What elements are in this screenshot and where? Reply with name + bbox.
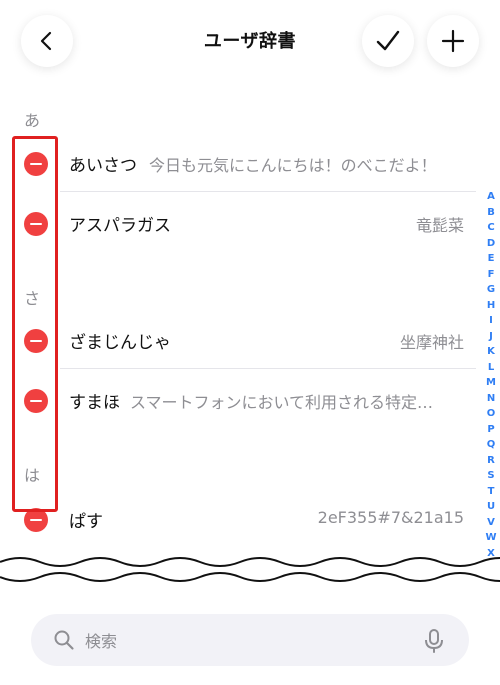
list-item[interactable]: あいさつ 今日も元気にこんにちは！のべこだよ！: [0, 134, 490, 192]
index-letter[interactable]: E: [488, 251, 495, 267]
list-item[interactable]: ざまじんじゃ 坐摩神社: [0, 311, 490, 369]
index-letter[interactable]: C: [487, 220, 494, 236]
reading-label: 坐摩神社: [399, 333, 464, 352]
word-label: アスパラガス: [69, 216, 171, 236]
index-letter[interactable]: M: [486, 375, 496, 391]
search-bar[interactable]: [31, 614, 469, 666]
index-letter[interactable]: L: [488, 360, 494, 376]
reading-label: スマートフォンにおいて利用される特定…: [130, 393, 434, 412]
index-letter[interactable]: R: [487, 453, 495, 469]
index-letter[interactable]: S: [487, 468, 494, 484]
index-letter[interactable]: A: [487, 189, 495, 205]
index-letter[interactable]: P: [487, 422, 494, 438]
word-label: すまほ: [69, 393, 120, 413]
index-letter[interactable]: V: [487, 515, 495, 531]
index-letter[interactable]: O: [487, 406, 496, 422]
microphone-icon[interactable]: [423, 628, 445, 654]
index-letter[interactable]: U: [487, 499, 495, 515]
search-input[interactable]: [83, 628, 407, 654]
section-header-a: あ: [24, 111, 41, 130]
index-letter[interactable]: J: [489, 329, 493, 345]
list-item[interactable]: すまほ スマートフォンにおいて利用される特定…: [0, 371, 490, 429]
index-letter[interactable]: T: [488, 484, 495, 500]
word-label: ざまじんじゃ: [69, 333, 171, 353]
reading-label: 2eF355#7&21a15: [317, 508, 464, 527]
list-item[interactable]: アスパラガス 竜髭菜: [0, 194, 490, 252]
index-letter[interactable]: W: [485, 530, 496, 546]
section-index[interactable]: ABCDEFGHIJKLMNOPQRSTUVWX: [482, 189, 500, 561]
word-label: ぱす: [69, 512, 103, 532]
checkmark-icon: [376, 30, 400, 51]
highlight-box: [12, 136, 58, 512]
reading-label: 竜髭菜: [415, 216, 464, 235]
index-letter[interactable]: G: [487, 282, 495, 298]
index-letter[interactable]: H: [487, 298, 495, 314]
divider: [60, 368, 476, 369]
index-letter[interactable]: D: [487, 236, 495, 252]
index-letter[interactable]: F: [488, 267, 495, 283]
index-letter[interactable]: I: [489, 313, 493, 329]
confirm-button[interactable]: [362, 15, 414, 67]
index-letter[interactable]: K: [487, 344, 495, 360]
navigation-header: ユーザ辞書: [0, 0, 500, 84]
add-button[interactable]: [427, 15, 479, 67]
word-label: あいさつ: [69, 156, 137, 176]
index-letter[interactable]: B: [487, 205, 495, 221]
search-icon: [54, 630, 74, 650]
index-letter[interactable]: Q: [487, 437, 496, 453]
wave-divider: [0, 557, 500, 582]
list-item[interactable]: ぱす 2eF355#7&21a15: [0, 490, 490, 548]
page-title: ユーザ辞書: [203, 31, 297, 52]
plus-icon: [441, 29, 465, 53]
divider: [60, 191, 476, 192]
reading-label: 今日も元気にこんにちは！のべこだよ！: [149, 156, 437, 175]
index-letter[interactable]: N: [487, 391, 495, 407]
